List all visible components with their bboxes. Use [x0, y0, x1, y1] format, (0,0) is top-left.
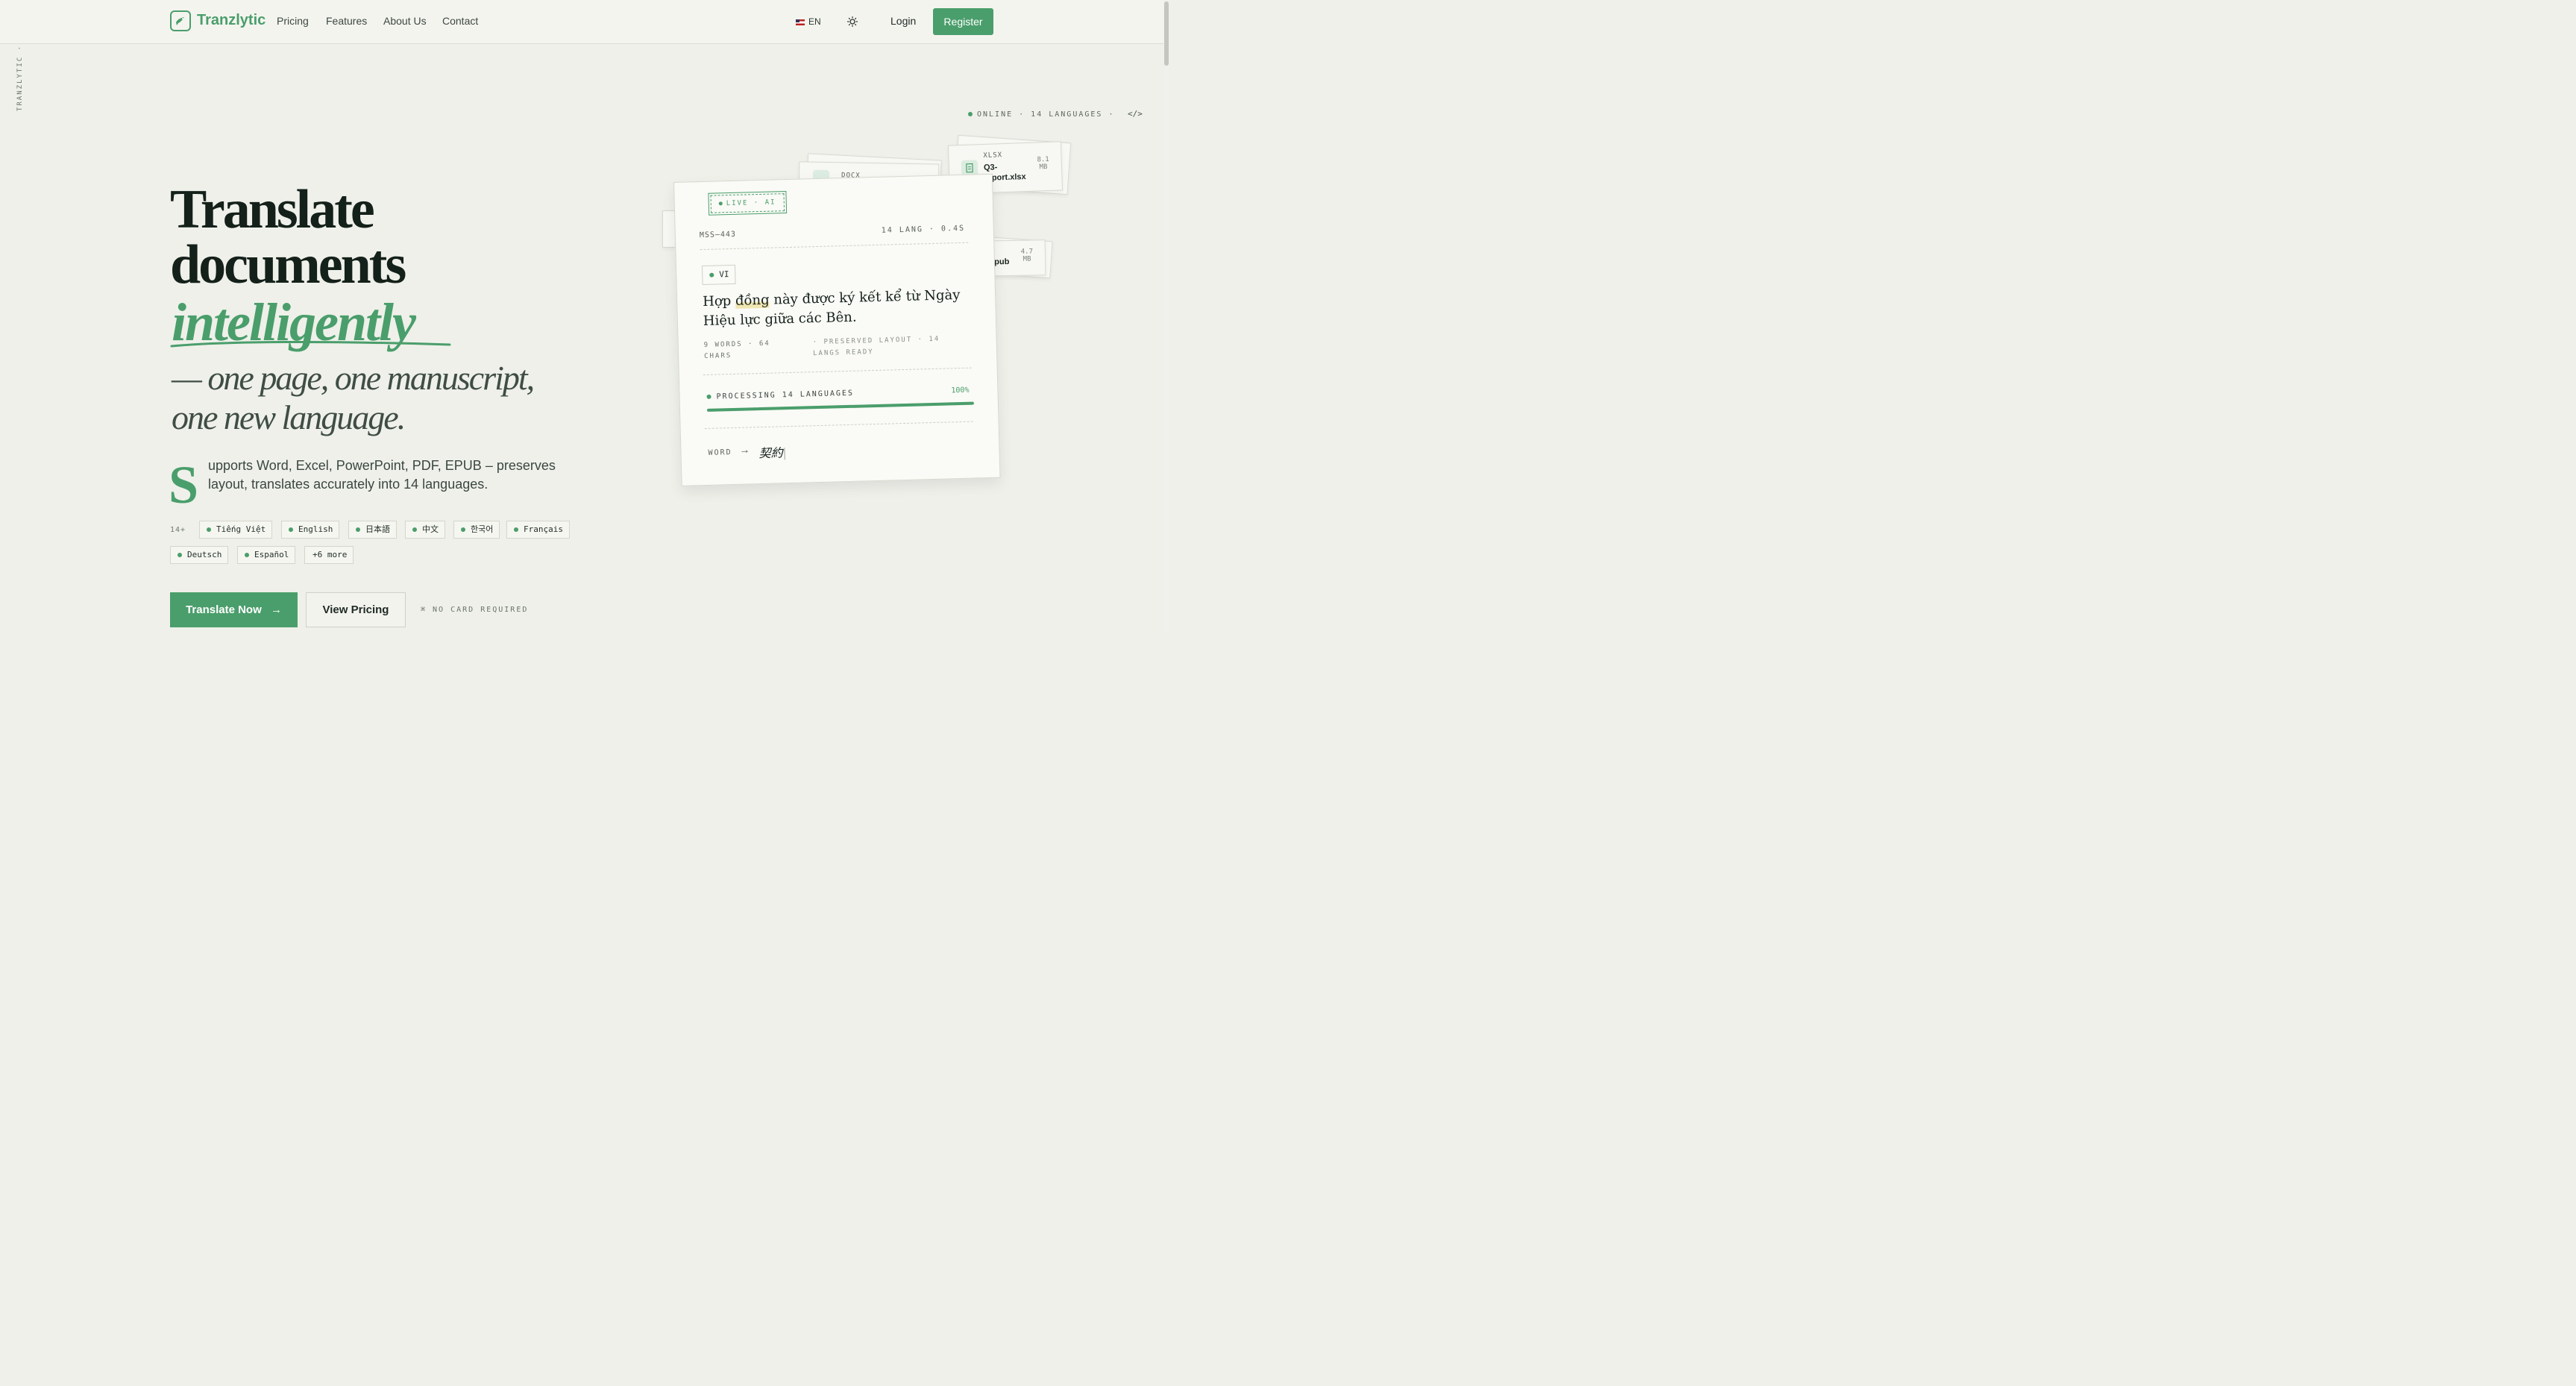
hero-description: upports Word, Excel, PowerPoint, PDF, EP…: [208, 458, 556, 492]
hero-title-line2: documents: [170, 234, 406, 295]
divider: [700, 242, 969, 251]
progress-bar: [706, 401, 974, 412]
language-code: EN: [808, 16, 821, 27]
language-chip[interactable]: 한국어: [453, 521, 500, 539]
source-text: Hợp đồng này được ký kết kể từ Ngày Hiệu…: [703, 286, 972, 331]
live-ai-badge: LIVE · AI: [708, 190, 787, 216]
layout-stats: · PRESERVED LAYOUT · 14 LANGS READY: [812, 335, 940, 358]
accent-underline: [170, 341, 451, 348]
text-cursor: [784, 447, 785, 460]
translated-output-text: 契約: [758, 447, 783, 461]
no-card-note: ⌘ NO CARD REQUIRED: [421, 606, 529, 614]
output-format-label: WORD: [708, 448, 732, 457]
translated-output: 契約: [758, 442, 785, 461]
file-type: XLSX: [983, 151, 1003, 160]
view-pricing-button[interactable]: View Pricing: [306, 592, 406, 627]
progress-bar-fill: [706, 401, 974, 412]
card-meta: 14 LANG · 0.4S: [881, 224, 966, 235]
file-size-value: 8.1: [1037, 155, 1049, 164]
hero-subtitle-line2: one new language.: [172, 398, 406, 436]
page-scrollbar-track[interactable]: [1163, 0, 1169, 630]
logo-icon[interactable]: [170, 10, 191, 31]
language-chip[interactable]: English: [281, 521, 340, 539]
divider: [704, 421, 973, 430]
highlighted-word: đồng: [735, 292, 770, 309]
source-language-badge: VI: [701, 264, 736, 286]
translate-now-label: Translate Now: [186, 603, 262, 616]
theme-toggle-sun-icon[interactable]: [846, 16, 858, 28]
side-vertical-label: TRANZLYTIC ·: [16, 45, 24, 112]
text-before: Hợp: [702, 292, 736, 310]
status-dot-icon: [968, 112, 973, 116]
hero-title-line1: Translate: [170, 179, 375, 240]
file-size-unit: MB: [1022, 255, 1031, 263]
more-languages-chip[interactable]: +6 more: [304, 546, 354, 564]
language-count: 14+: [170, 526, 186, 534]
login-link[interactable]: Login: [890, 15, 916, 27]
nav-about-us[interactable]: About Us: [383, 15, 427, 27]
manuscript-id: MSS—443: [699, 230, 737, 240]
page-scrollbar-thumb[interactable]: [1164, 1, 1169, 66]
language-chip[interactable]: 日本語: [348, 521, 397, 539]
online-status-text: ONLINE · 14 LANGUAGES ·: [977, 110, 1115, 119]
translation-preview-card: LIVE · AI MSS—443 14 LANG · 0.4S VI Hợp …: [673, 173, 1001, 486]
arrow-right-icon: →: [270, 603, 282, 616]
nav-pricing[interactable]: Pricing: [277, 15, 309, 27]
file-size-unit: MB: [1039, 163, 1048, 172]
file-size: 8.1 MB: [1034, 156, 1052, 172]
code-icon[interactable]: </>: [1128, 109, 1143, 119]
processing-label: PROCESSING 14 LANGUAGES: [706, 389, 854, 401]
word-count-stats: 9 WORDS · 64 CHARS: [703, 339, 770, 361]
description-drop-cap: S: [169, 455, 199, 515]
online-status: ONLINE · 14 LANGUAGES ·: [968, 110, 1114, 119]
arrow-right-icon: →: [739, 443, 750, 456]
translate-now-button[interactable]: Translate Now →: [170, 592, 298, 627]
language-chip[interactable]: Français: [506, 521, 570, 539]
divider: [703, 367, 972, 376]
language-chip[interactable]: Español: [237, 546, 296, 564]
language-selector[interactable]: EN: [796, 16, 821, 27]
progress-percent: 100%: [951, 386, 970, 395]
hero-subtitle-line1: — one page, one manuscript,: [172, 359, 535, 397]
language-chip[interactable]: Deutsch: [170, 546, 229, 564]
file-size-value: 4.7: [1020, 248, 1034, 256]
file-size: 4.7 MB: [1018, 248, 1036, 263]
nav-features[interactable]: Features: [326, 15, 367, 27]
language-chip[interactable]: Tiếng Việt: [199, 521, 273, 539]
brand-name[interactable]: Tranzlytic: [197, 12, 266, 29]
us-flag-icon: [796, 19, 805, 25]
register-button[interactable]: Register: [933, 8, 993, 35]
top-navbar: Tranzlytic Pricing Features About Us Con…: [0, 0, 1163, 44]
language-chip[interactable]: 中文: [405, 521, 445, 539]
nav-contact[interactable]: Contact: [442, 15, 478, 27]
